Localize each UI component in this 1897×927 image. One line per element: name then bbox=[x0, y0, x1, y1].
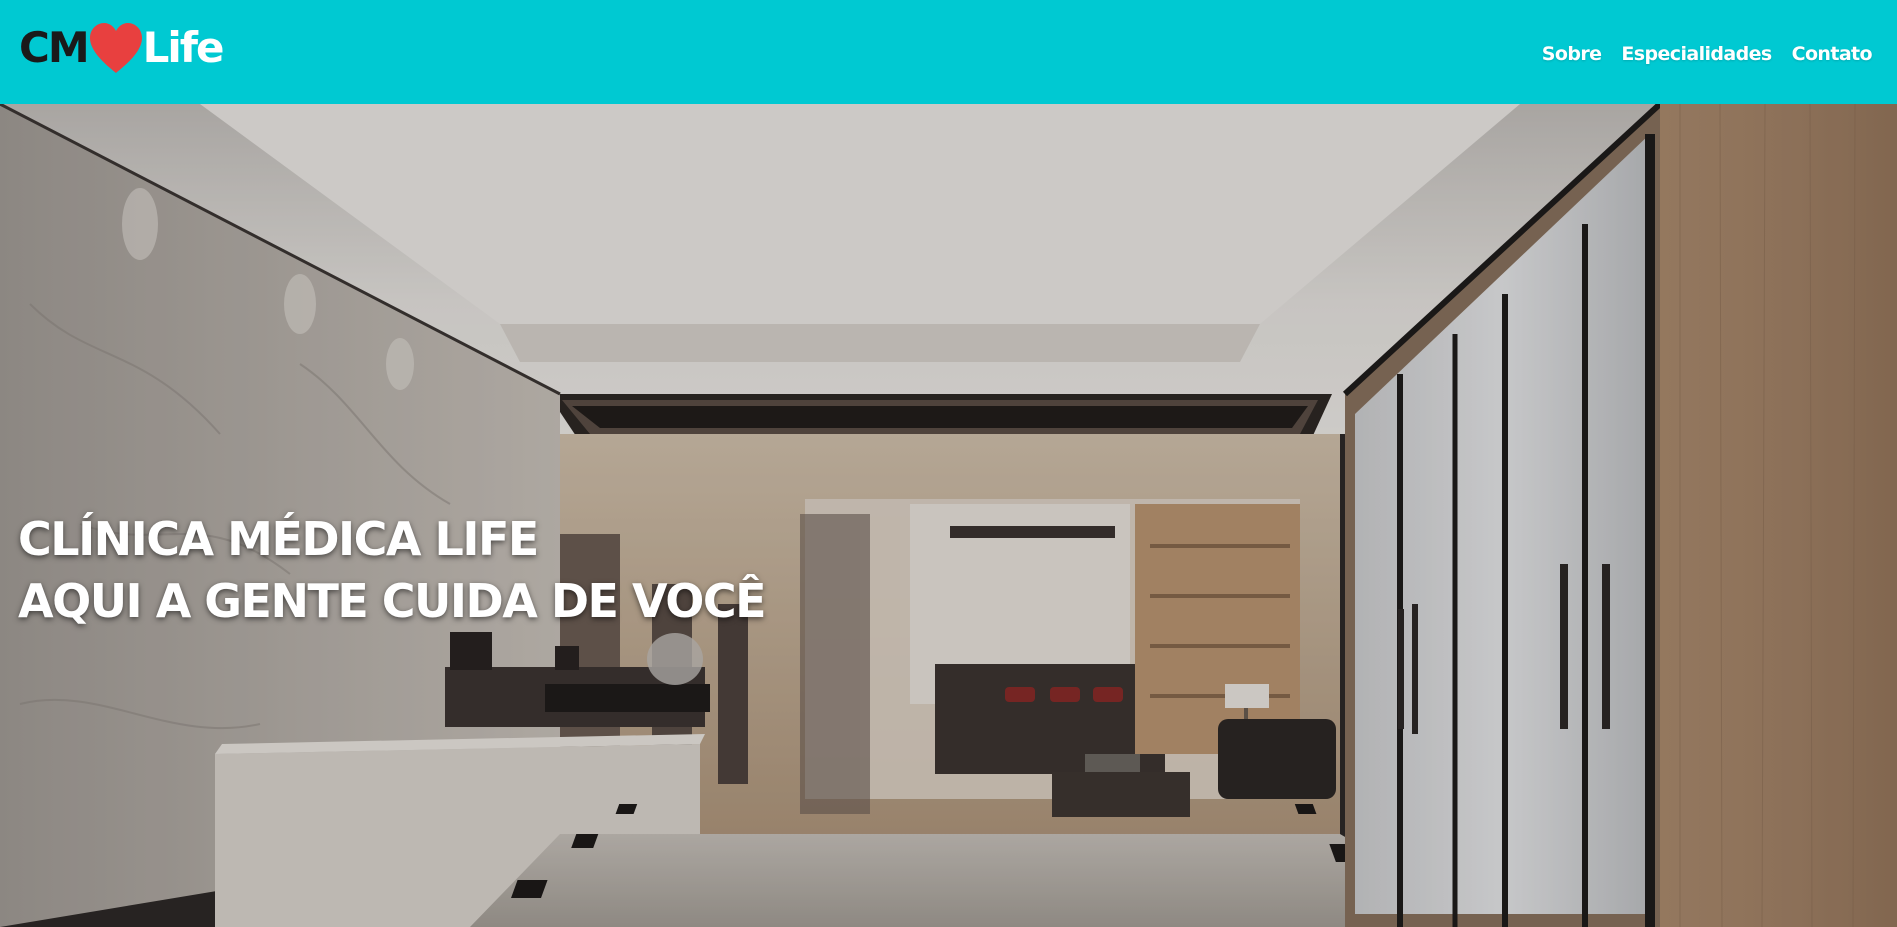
heart-icon bbox=[89, 23, 142, 73]
nav-link-contato[interactable]: Contato bbox=[1792, 43, 1873, 65]
hero-subtitle: AQUI A GENTE CUIDA DE VOCÊ bbox=[18, 574, 767, 628]
site-header: CM Life Sobre Especialidades Contato bbox=[0, 0, 1897, 104]
hero-headline: CLÍNICA MÉDICA LIFE AQUI A GENTE CUIDA D… bbox=[18, 508, 767, 632]
hero-title: CLÍNICA MÉDICA LIFE bbox=[18, 512, 539, 566]
logo-text-life: Life bbox=[142, 23, 225, 72]
nav-link-especialidades[interactable]: Especialidades bbox=[1621, 43, 1772, 65]
hero-banner: CLÍNICA MÉDICA LIFE AQUI A GENTE CUIDA D… bbox=[0, 104, 1897, 927]
logo-text-cm: CM bbox=[19, 23, 90, 72]
logo[interactable]: CM Life bbox=[19, 18, 225, 78]
main-nav: Sobre Especialidades Contato bbox=[1542, 43, 1873, 65]
nav-link-sobre[interactable]: Sobre bbox=[1542, 43, 1602, 65]
